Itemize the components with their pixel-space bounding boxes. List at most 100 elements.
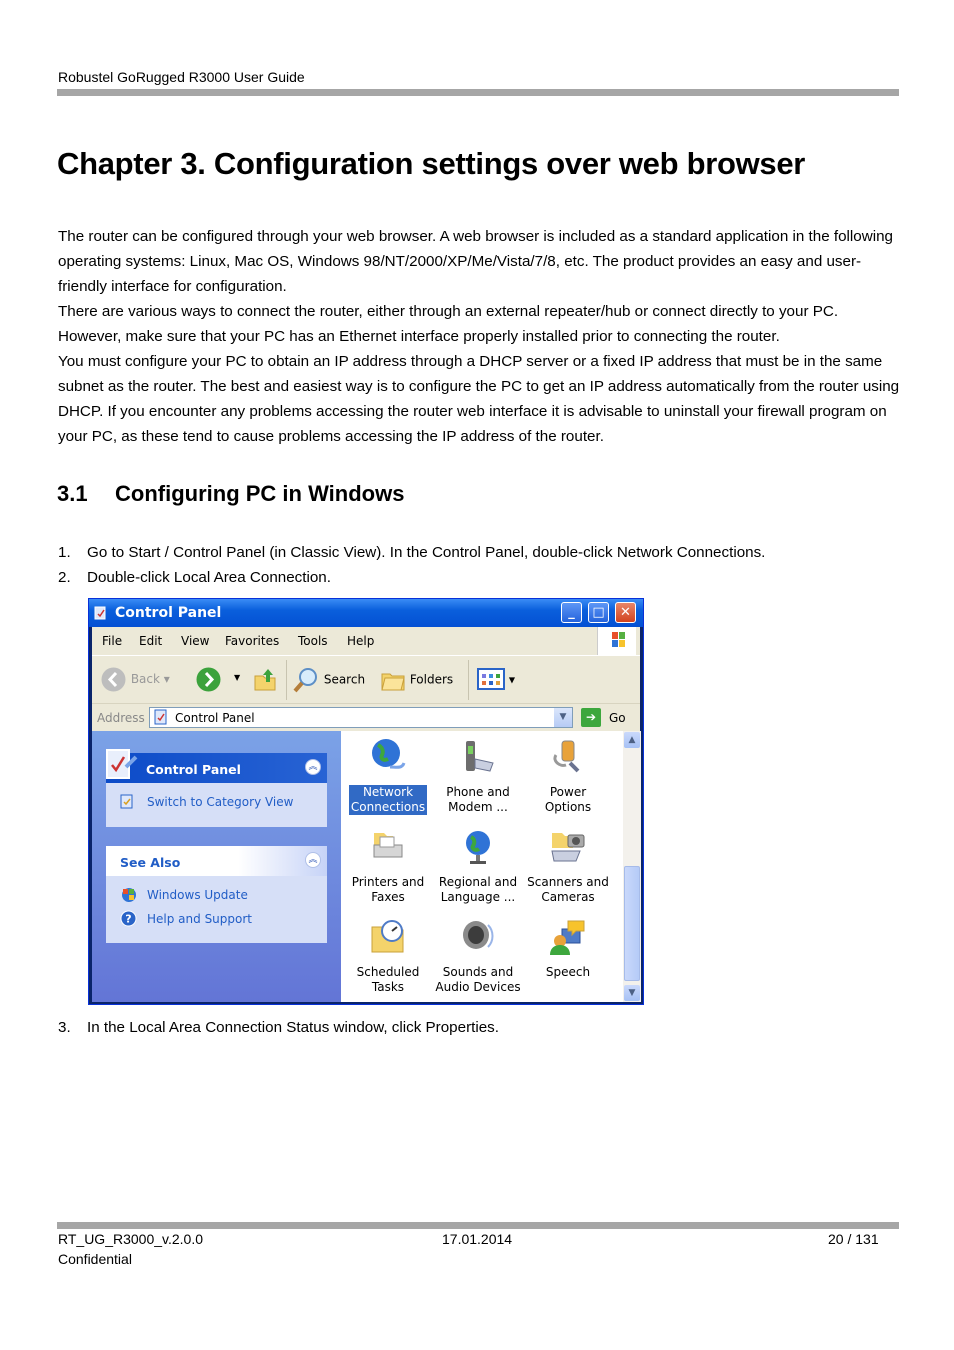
step-item: 3. In the Local Area Connection Status wi… xyxy=(58,1015,499,1040)
item-label: Language ... xyxy=(440,890,516,904)
section-title: Configuring PC in Windows xyxy=(115,481,405,506)
running-header: Robustel GoRugged R3000 User Guide xyxy=(58,69,305,85)
power-plug-icon xyxy=(553,740,580,773)
views-button[interactable]: ▼ xyxy=(477,668,515,690)
footer-date: 17.01.2014 xyxy=(442,1231,513,1247)
switch-to-category-view-link[interactable]: Switch to Category View xyxy=(106,791,327,815)
menu-help[interactable]: Help xyxy=(347,634,374,648)
back-arrow-icon xyxy=(101,667,126,692)
back-button[interactable]: Back ▾ xyxy=(100,666,170,693)
help-and-support-link[interactable]: ? Help and Support xyxy=(106,908,327,932)
footer-doc-id: RT_UG_R3000_v.2.0.0 xyxy=(58,1231,204,1247)
item-label: Modem ... xyxy=(448,800,508,814)
step-item: 2. Double-click Local Area Connection. xyxy=(58,565,331,590)
step-number: 3. xyxy=(58,1019,71,1036)
speech-icon xyxy=(550,920,585,955)
vertical-scrollbar[interactable]: ▲ ▼ xyxy=(623,731,641,1002)
step-item: 1. Go to Start / Control Panel (in Classi… xyxy=(58,540,765,565)
printer-icon xyxy=(373,833,403,858)
chapter-title: Chapter 3. Configuration settings over w… xyxy=(57,146,806,181)
phone-and-modem-item[interactable]: Phone and Modem ... xyxy=(433,737,523,815)
window-title: Control Panel xyxy=(115,605,222,621)
phone-modem-icon xyxy=(466,741,494,772)
item-label: Sounds and xyxy=(442,965,514,979)
scanner-camera-icon xyxy=(551,833,585,862)
scroll-up-button[interactable]: ▲ xyxy=(624,732,640,748)
title-bar[interactable]: Control Panel _ □ ✕ xyxy=(89,599,643,627)
step-number: 2. xyxy=(58,569,71,586)
paragraph: You must configure your PC to obtain an … xyxy=(58,353,900,445)
address-label: Address xyxy=(97,711,145,725)
sounds-and-audio-devices-item[interactable]: Sounds and Audio Devices xyxy=(433,917,523,995)
scheduled-tasks-icon xyxy=(371,920,404,953)
printers-and-faxes-item[interactable]: Printers and Faxes xyxy=(343,827,433,905)
collapse-chevron-icon[interactable]: ︽ xyxy=(305,852,321,868)
item-label: Scanners and xyxy=(527,875,609,889)
intro-text: The router can be configured through you… xyxy=(58,224,903,449)
address-input[interactable]: Control Panel ▼ xyxy=(149,707,573,728)
scanners-and-cameras-item[interactable]: Scanners and Cameras xyxy=(523,827,613,905)
forward-button[interactable] xyxy=(195,666,222,693)
step-text: In the Local Area Connection Status wind… xyxy=(87,1019,499,1036)
control-panel-window: Control Panel _ □ ✕ File Edit View Favor… xyxy=(88,598,644,1005)
search-button[interactable]: Search xyxy=(292,666,365,694)
icon-view: Network Connections Phone and Modem ... Po… xyxy=(341,731,641,1002)
menu-view[interactable]: View xyxy=(181,634,209,648)
windows-update-link[interactable]: Windows Update xyxy=(106,884,327,908)
step-text: Go to Start / Control Panel (in Classic … xyxy=(87,544,766,561)
power-options-item[interactable]: Power Options xyxy=(523,737,613,815)
item-label: Network xyxy=(362,785,414,799)
panel-header[interactable]: See Also ︽ xyxy=(106,846,327,876)
speech-item[interactable]: Speech xyxy=(523,917,613,980)
network-globe-icon xyxy=(372,739,406,769)
menu-favorites[interactable]: Favorites xyxy=(225,634,279,648)
back-label: Back xyxy=(130,672,160,686)
menu-tools[interactable]: Tools xyxy=(298,634,328,648)
scroll-down-button[interactable]: ▼ xyxy=(624,985,640,1001)
network-connections-item[interactable]: Network Connections xyxy=(343,737,433,815)
item-label: Cameras xyxy=(541,890,595,904)
section-number: 3.1 xyxy=(57,481,88,506)
speaker-icon xyxy=(463,921,494,949)
close-button[interactable]: ✕ xyxy=(615,602,636,623)
item-label: Phone and xyxy=(446,785,510,799)
help-icon: ? xyxy=(120,910,137,927)
go-button[interactable]: Go xyxy=(609,711,626,725)
collapse-chevron-icon[interactable]: ︽ xyxy=(305,759,321,775)
regional-and-language-item[interactable]: Regional and Language ... xyxy=(433,827,523,905)
folders-icon xyxy=(381,673,405,691)
panel-header[interactable]: Control Panel ︽ xyxy=(106,749,327,783)
item-label: Speech xyxy=(545,965,591,979)
search-icon xyxy=(293,668,317,693)
panel-title: Control Panel xyxy=(146,762,241,777)
section-heading: 3.1 Configuring PC in Windows xyxy=(57,481,404,507)
scrollbar-thumb[interactable] xyxy=(624,866,640,981)
control-panel-icon xyxy=(154,709,167,725)
toolbar: Back ▾ ▼ Search Folders ▼ xyxy=(92,655,640,704)
menu-edit[interactable]: Edit xyxy=(139,634,162,648)
link-label: Windows Update xyxy=(147,888,248,902)
link-label: Help and Support xyxy=(147,912,252,926)
go-arrow-icon[interactable]: ➔ xyxy=(581,708,601,727)
address-dropdown-icon[interactable]: ▼ xyxy=(554,708,572,727)
maximize-button[interactable]: □ xyxy=(588,602,609,623)
item-label: Connections xyxy=(350,800,426,814)
folders-button[interactable]: Folders xyxy=(380,668,453,692)
minimize-button[interactable]: _ xyxy=(561,602,582,623)
control-panel-items: Network Connections Phone and Modem ... Po… xyxy=(341,731,623,1002)
item-label: Scheduled xyxy=(356,965,420,979)
paragraph: There are various ways to connect the ro… xyxy=(58,303,839,345)
see-also-panel: See Also ︽ Windows Update ? Help and Sup… xyxy=(106,846,327,943)
scheduled-tasks-item[interactable]: Scheduled Tasks xyxy=(343,917,433,995)
forward-dropdown-icon[interactable]: ▼ xyxy=(234,673,240,682)
item-label: Printers and xyxy=(351,875,425,889)
menu-file[interactable]: File xyxy=(102,634,122,648)
switch-view-icon xyxy=(120,794,133,809)
item-label: Faxes xyxy=(371,890,405,904)
windows-logo-icon xyxy=(597,627,636,655)
views-icon xyxy=(477,668,505,690)
item-label: Power Options xyxy=(544,785,592,814)
windows-update-icon xyxy=(122,888,136,902)
up-folder-button[interactable] xyxy=(252,666,278,692)
address-bar: Address Control Panel ▼ ➔ Go xyxy=(92,703,640,732)
